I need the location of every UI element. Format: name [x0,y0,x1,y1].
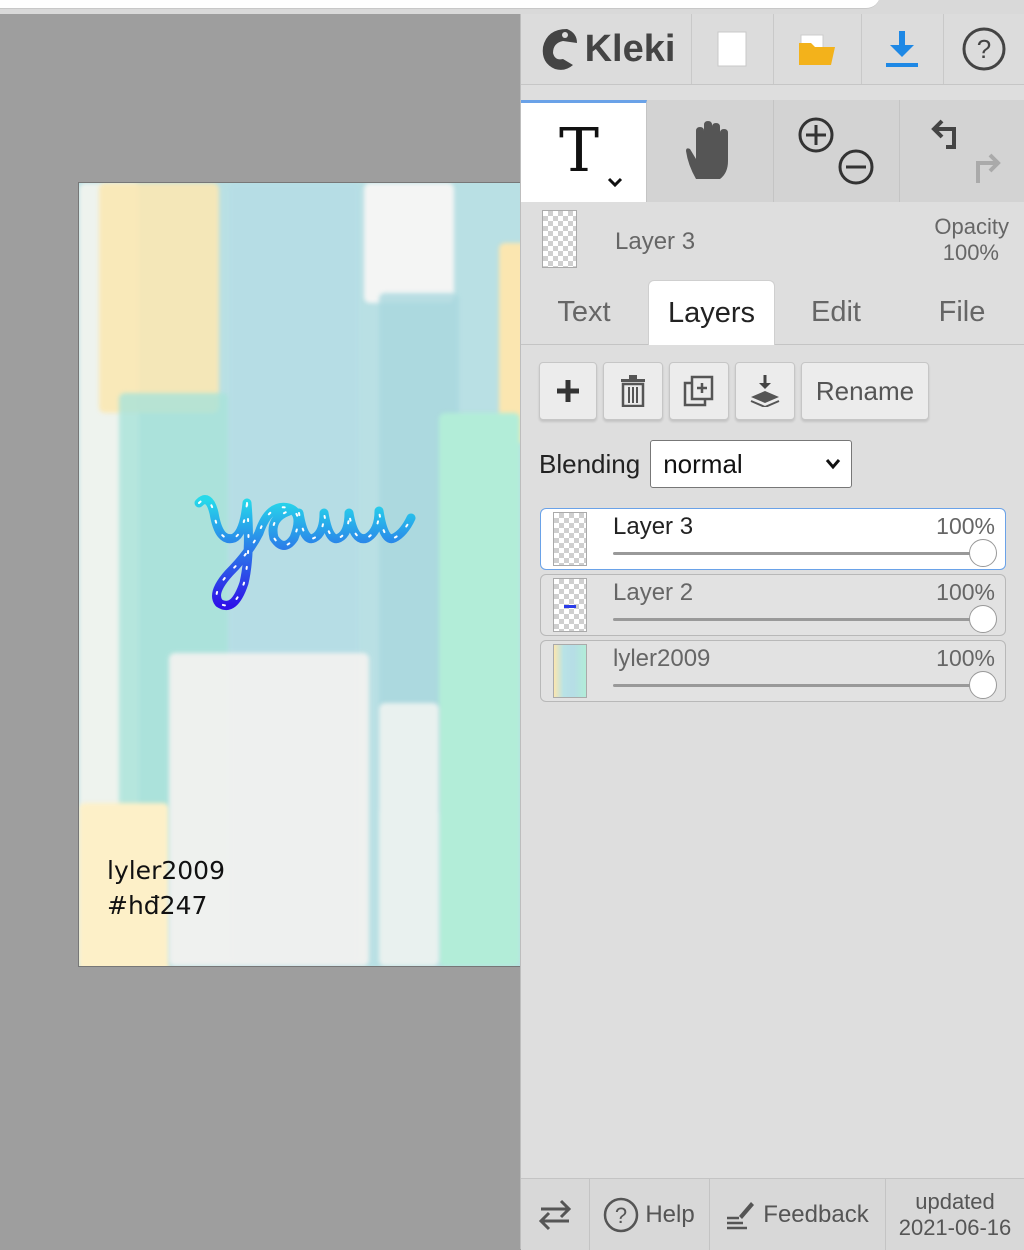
svg-text:T: T [558,116,598,186]
bg-streak [79,803,169,966]
current-layer-info: Layer 3 Opacity 100% [521,206,1024,270]
top-pill [0,0,880,9]
updated-info[interactable]: updated 2021-06-16 [885,1179,1024,1250]
panel-header: Kleki ? [521,14,1024,85]
question-circle-icon: ? [604,1197,639,1232]
layer-item-lyler2009[interactable]: lyler2009 100% [540,640,1006,702]
opacity-slider-handle[interactable] [969,605,997,633]
trash-icon [621,375,645,407]
plus-icon [557,380,579,402]
download-button[interactable] [861,14,944,84]
add-layer-button[interactable] [539,362,597,420]
drawing-canvas[interactable]: lyler2009 #hđ247 [78,182,520,967]
undo-redo-button[interactable] [899,100,1024,202]
bg-streak [364,183,454,303]
opacity-slider-track[interactable] [613,552,983,555]
open-folder-icon [799,34,835,65]
text-tool-button[interactable]: T [521,100,647,202]
help-button[interactable]: ? [943,14,1024,84]
hand-icon [686,121,728,179]
kleki-bird-icon [542,29,577,70]
opacity-slider-handle[interactable] [969,671,997,699]
tab-layers[interactable]: Layers [648,280,775,345]
workspace[interactable]: lyler2009 #hđ247 [0,14,520,1249]
tab-text[interactable]: Text [521,280,647,344]
layer-opacity: 100% [936,645,995,671]
merge-down-button[interactable] [735,362,795,420]
zoom-tool-button[interactable] [773,100,900,202]
duplicate-icon [683,375,714,407]
layer-opacity: 100% [936,579,995,605]
layer-name: Layer 2 [613,579,694,606]
hand-tool-button[interactable] [647,100,774,202]
open-button[interactable] [773,14,862,84]
panel-footer: ? Help Feedback updated 2021-06-16 [521,1178,1024,1250]
bg-streak [439,413,520,966]
layer-name: lyler2009 [613,645,711,672]
updated-date: 2021-06-16 [898,1214,1012,1240]
svg-text:?: ? [977,34,991,64]
layer-item-layer-3[interactable]: Layer 3 100% [540,508,1006,570]
canvas-overlay-line2: #hđ247 [107,891,208,920]
layer-thumbnail [553,578,587,632]
tool-row: T [521,100,1024,202]
blending-row: Blending normal [539,438,853,490]
browser-top-strip [0,0,1024,14]
blending-select[interactable]: normal [650,440,853,488]
kleki-logo[interactable]: Kleki [521,14,692,84]
feedback-link[interactable]: Feedback [709,1179,886,1250]
tab-file[interactable]: File [899,280,1024,344]
delete-layer-button[interactable] [603,362,663,420]
blending-value: normal [663,448,743,479]
swap-side-button[interactable] [521,1179,590,1250]
layer-opacity: 100% [936,513,995,539]
opacity-slider-handle[interactable] [969,539,997,567]
opacity-label: Opacity [934,214,1009,239]
blending-label: Blending [539,448,641,479]
zoom-in-out-icon [798,117,874,185]
help-label: Help [645,1200,695,1228]
layer-thumbnail [553,512,587,566]
layer-item-layer-2[interactable]: Layer 2 100% [540,574,1006,636]
bg-streak [99,183,219,413]
chevron-down-icon [826,459,841,470]
duplicate-layer-button[interactable] [669,362,729,420]
layer-thumbnail [553,644,587,698]
merge-down-icon [750,375,780,407]
undo-redo-icon [931,119,1001,183]
panel-tabs: Text Layers Edit File [521,276,1024,345]
opacity-slider-track[interactable] [613,684,983,687]
help-link[interactable]: ? Help [589,1179,710,1250]
script-text-you [194,495,416,610]
download-icon [886,31,918,67]
tab-edit[interactable]: Edit [773,280,899,344]
side-panel: Kleki ? T Layer 3 Opacity 100% Text Laye… [520,14,1024,1250]
text-tool-icon: T [558,116,622,187]
help-circle-icon: ? [962,27,1006,71]
opacity-slider-track[interactable] [613,618,983,621]
feedback-label: Feedback [763,1200,869,1228]
rename-layer-button[interactable]: Rename [801,362,929,420]
canvas-overlay-line1: lyler2009 [107,856,225,885]
updated-label: updated [915,1188,995,1214]
feedback-pen-icon [727,1201,755,1229]
new-image-button[interactable] [691,14,774,84]
bg-streak [379,703,439,966]
logo-text: Kleki [584,27,676,70]
current-layer-name: Layer 3 [615,228,696,255]
new-image-icon [717,31,747,67]
opacity-value: 100% [942,240,999,265]
swap-arrows-icon [538,1199,572,1230]
layer-name: Layer 3 [613,513,694,540]
current-layer-thumbnail [542,210,577,268]
svg-text:?: ? [615,1203,627,1228]
